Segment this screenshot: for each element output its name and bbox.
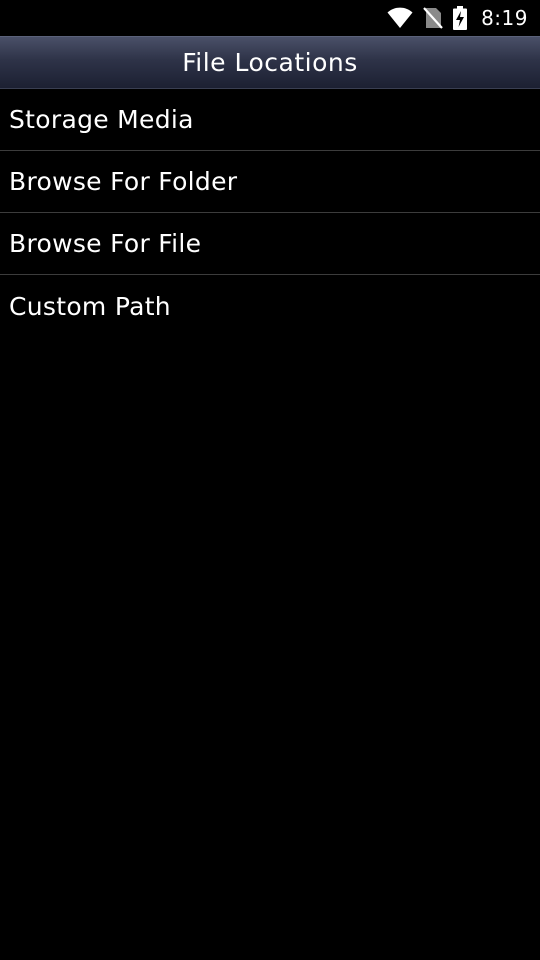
list-item-storage-media[interactable]: Storage Media [0, 89, 540, 151]
list-item-custom-path[interactable]: Custom Path [0, 275, 540, 337]
list-item-label: Storage Media [9, 105, 194, 134]
list-item-label: Custom Path [9, 291, 171, 321]
page-title: File Locations [182, 48, 358, 77]
title-bar: File Locations [0, 36, 540, 89]
list-item-label: Browse For File [9, 229, 202, 258]
battery-charging-icon [453, 6, 468, 30]
list-item-browse-for-file[interactable]: Browse For File [0, 213, 540, 275]
status-icons: 8:19 [387, 0, 528, 36]
list-item-browse-for-folder[interactable]: Browse For Folder [0, 151, 540, 213]
clock: 8:19 [481, 6, 528, 30]
list-item-label: Browse For Folder [9, 167, 238, 196]
no-sim-icon [423, 7, 443, 29]
status-bar: 8:19 [0, 0, 540, 36]
wifi-icon [387, 7, 413, 29]
file-locations-list: Storage Media Browse For Folder Browse F… [0, 89, 540, 337]
